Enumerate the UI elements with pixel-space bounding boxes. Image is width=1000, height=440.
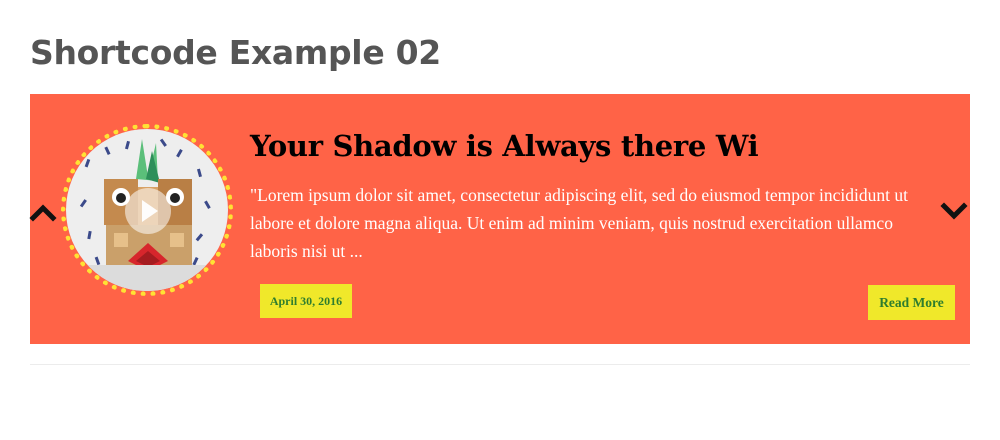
slider-next-button[interactable]: [940, 198, 968, 224]
chevron-down-icon: [940, 202, 968, 220]
chevron-up-icon: [29, 204, 57, 222]
post-title[interactable]: Your Shadow is Always there Wi: [250, 129, 759, 163]
post-excerpt: "Lorem ipsum dolor sit amet, consectetur…: [250, 185, 908, 261]
post-date-badge: April 30, 2016: [260, 284, 352, 318]
section-divider: [30, 364, 970, 365]
read-more-button[interactable]: Read More: [868, 285, 955, 320]
post-slider: Your Shadow is Always there Wi "Lorem ip…: [29, 94, 970, 344]
play-icon[interactable]: [125, 188, 171, 234]
slider-prev-button[interactable]: [29, 198, 57, 224]
page-title: Shortcode Example 02: [30, 33, 441, 72]
post-thumbnail[interactable]: [61, 124, 233, 296]
